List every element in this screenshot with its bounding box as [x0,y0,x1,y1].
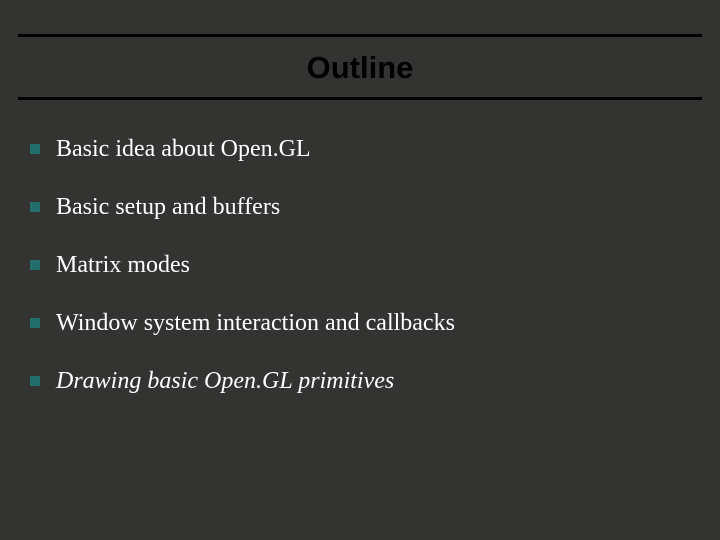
list-item: Drawing basic Open.GL primitives [30,366,692,396]
page-title: Outline [18,51,702,85]
list-item-text: Drawing basic Open.GL primitives [56,366,394,396]
square-bullet-icon [30,260,40,270]
square-bullet-icon [30,202,40,212]
list-item-text: Matrix modes [56,250,190,280]
square-bullet-icon [30,318,40,328]
square-bullet-icon [30,376,40,386]
list-item-text: Basic idea about Open.GL [56,134,311,164]
list-item-text: Window system interaction and callbacks [56,308,455,338]
list-item-text: Basic setup and buffers [56,192,280,222]
list-item: Matrix modes [30,250,692,280]
list-item: Basic setup and buffers [30,192,692,222]
list-item: Basic idea about Open.GL [30,134,692,164]
bullet-list: Basic idea about Open.GL Basic setup and… [18,100,702,396]
divider-top [18,34,702,37]
list-item: Window system interaction and callbacks [30,308,692,338]
slide: Outline Basic idea about Open.GL Basic s… [0,0,720,540]
square-bullet-icon [30,144,40,154]
